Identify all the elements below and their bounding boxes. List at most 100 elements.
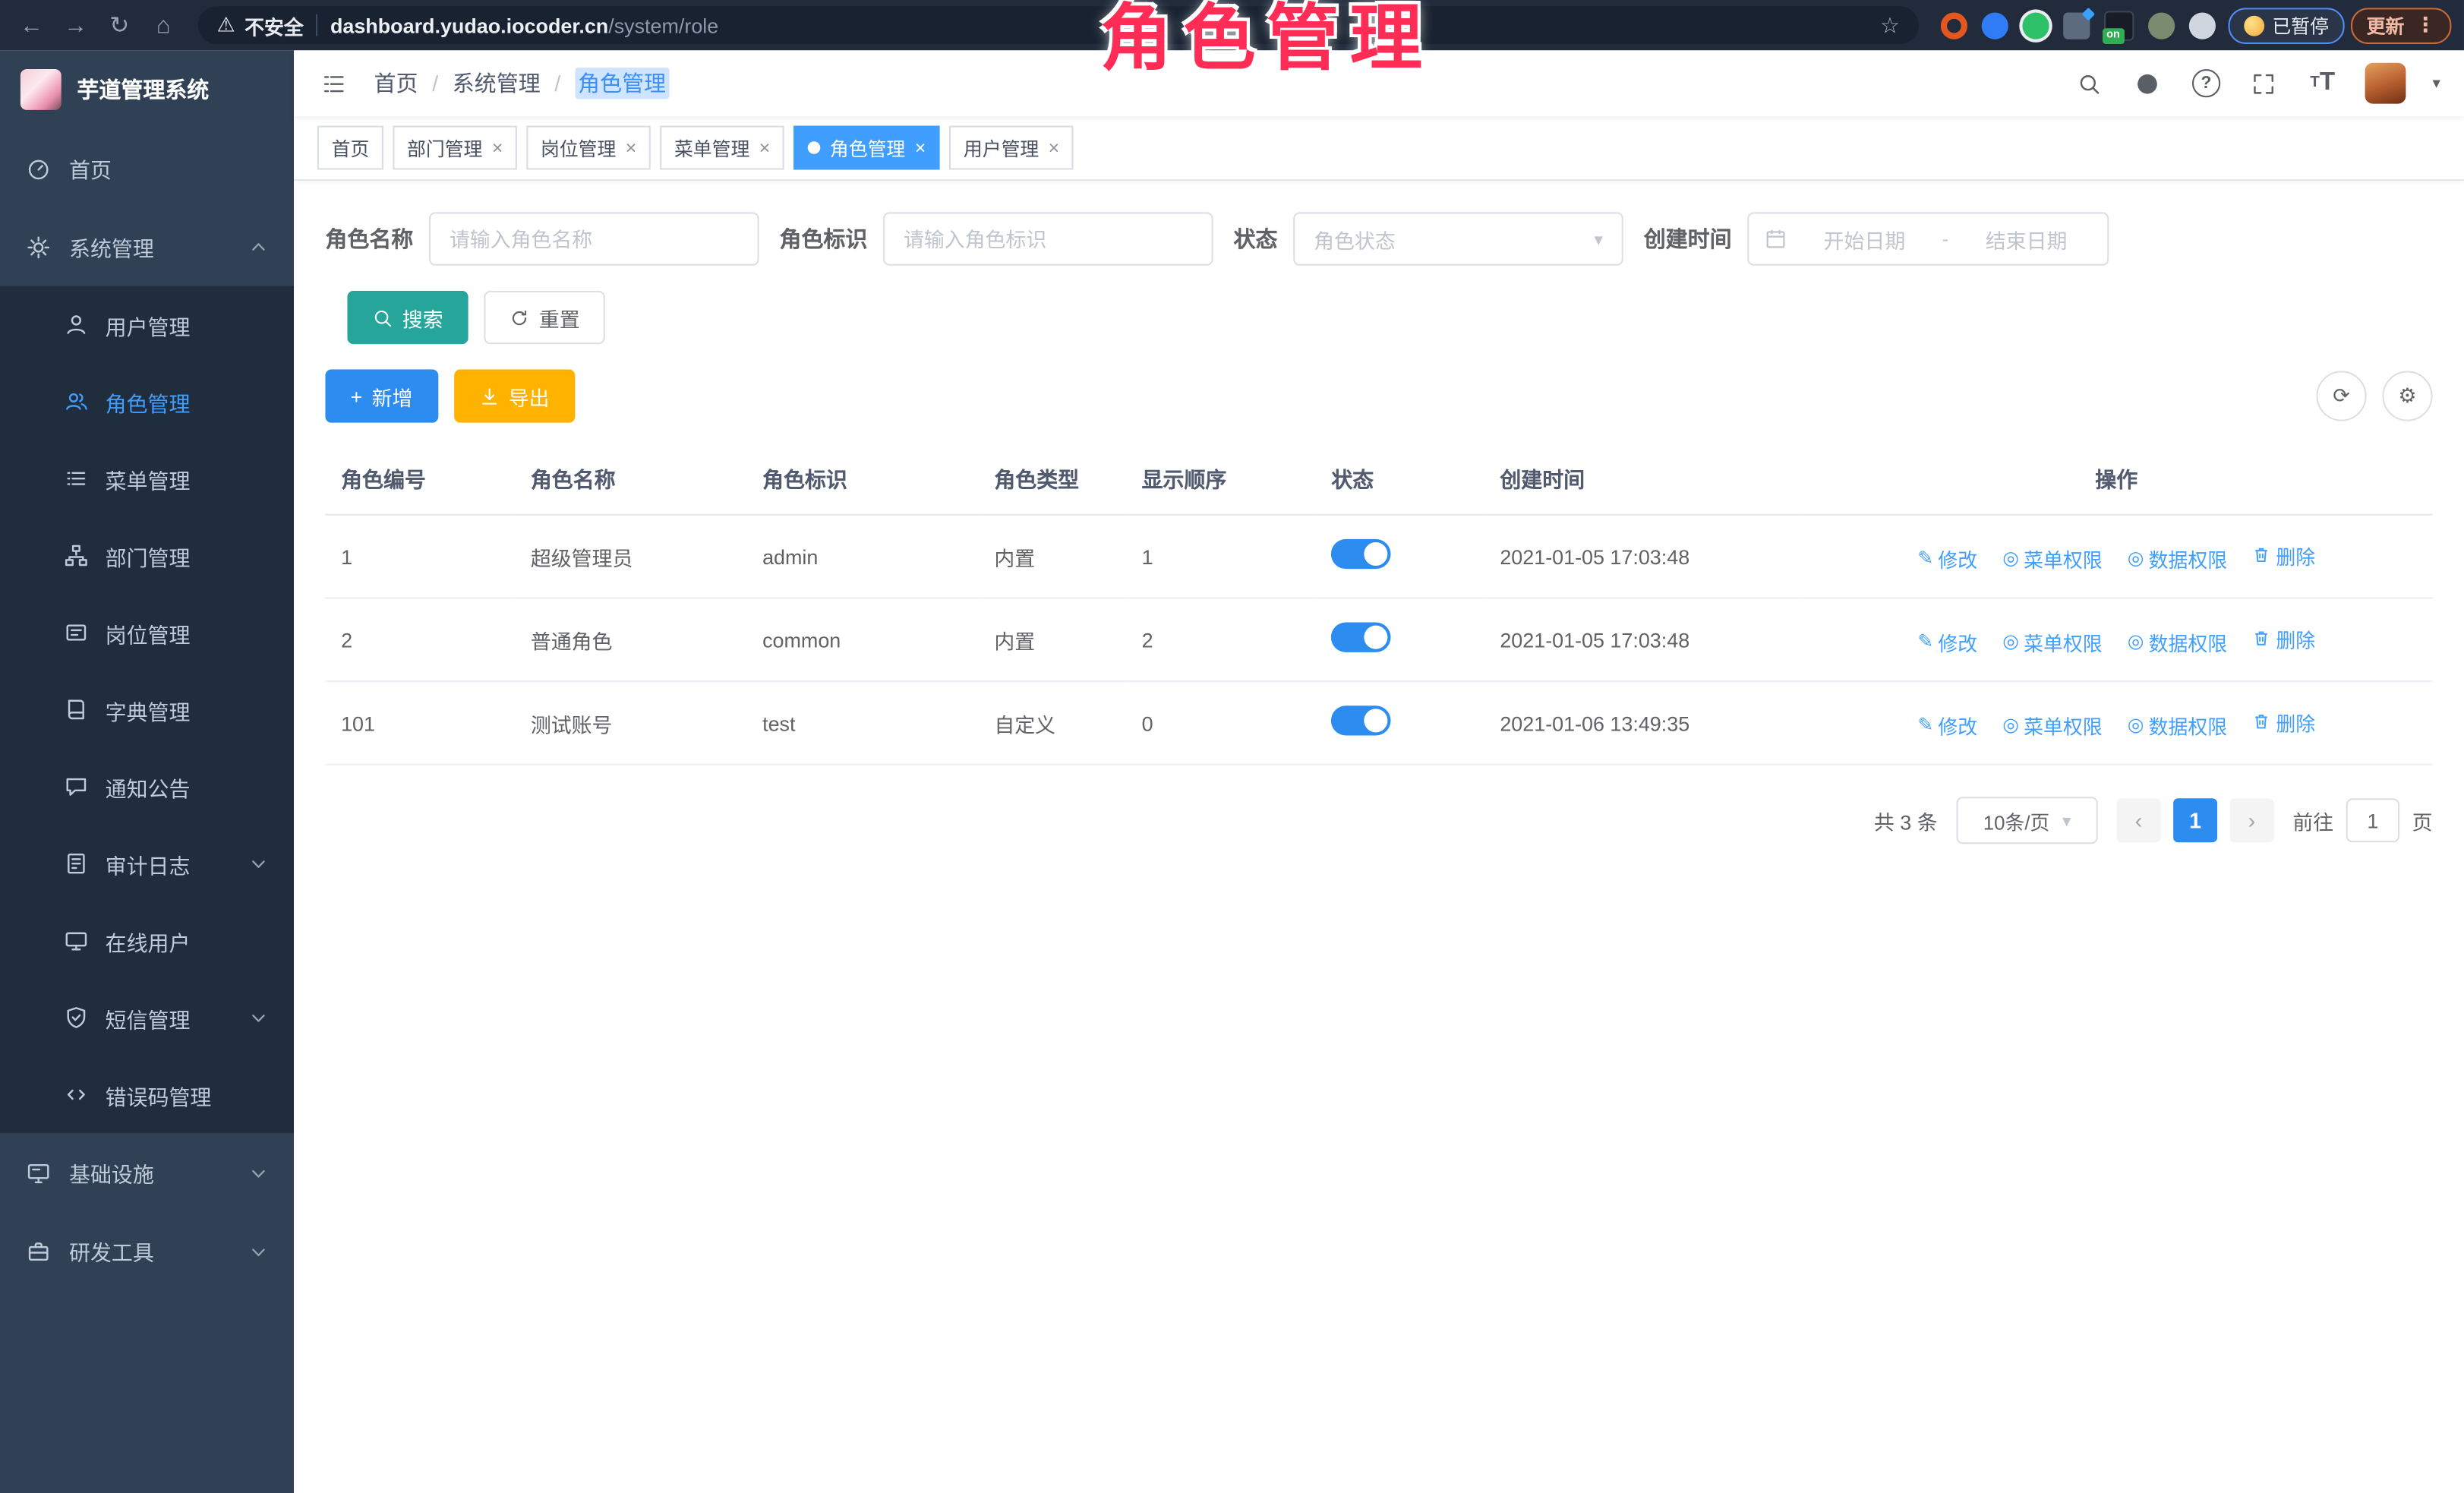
reset-button[interactable]: 重置 [484,291,604,344]
github-icon[interactable] [2132,68,2163,99]
close-icon[interactable]: × [915,138,926,157]
tab-departments[interactable]: 部门管理× [393,126,517,170]
sidebar-item-online-users[interactable]: 在线用户 [0,902,294,979]
edit-link[interactable]: ✎修改 [1917,627,1977,656]
reload-button[interactable]: ↻ [100,6,138,44]
sidebar-item-label: 短信管理 [106,1002,191,1033]
menu-kebab-icon[interactable]: ⋮ [2415,13,2436,38]
edit-link[interactable]: ✎修改 [1917,709,1977,739]
back-button[interactable]: ← [13,6,51,44]
status-select[interactable]: 角色状态 ▾ [1293,212,1623,265]
extension-icon-grid[interactable] [2063,12,2090,39]
extension-icon-blue[interactable] [1982,12,2008,39]
monitor-icon [65,929,88,952]
tab-roles-active[interactable]: 角色管理× [793,126,940,170]
status-toggle-on[interactable] [1331,623,1391,652]
fullscreen-icon[interactable] [2248,68,2279,99]
tab-users[interactable]: 用户管理× [949,126,1074,170]
app-logo[interactable]: 芋道管理系统 [0,50,294,128]
sidebar-item-home[interactable]: 首页 [0,129,294,207]
update-button[interactable]: 更新 ⋮ [2351,7,2451,43]
paused-badge[interactable]: 已暂停 [2228,7,2344,43]
sidebar-item-dictionary[interactable]: 字典管理 [0,671,294,748]
breadcrumb-system[interactable]: 系统管理 [453,68,541,99]
page-1-button[interactable]: 1 [2173,798,2217,842]
close-icon[interactable]: × [626,138,637,157]
security-chip[interactable]: ⚠ 不安全 [217,10,304,39]
status-toggle-on[interactable] [1331,539,1391,569]
sidebar-item-label: 基础设施 [69,1157,154,1188]
table-row: 101 测试账号 test 自定义 0 2021-01-06 13:49:35 … [325,681,2432,765]
home-button[interactable]: ⌂ [144,6,182,44]
close-icon[interactable]: × [759,138,771,157]
data-permission-link[interactable]: ◎数据权限 [2128,709,2227,739]
next-page-button[interactable]: › [2230,798,2274,842]
delete-link[interactable]: 删除 [2252,623,2315,653]
delete-link[interactable]: 删除 [2252,540,2315,570]
font-size-icon[interactable]: TT [2307,68,2338,99]
data-permission-link[interactable]: ◎数据权限 [2128,627,2227,656]
menu-permission-link[interactable]: ◎菜单权限 [2002,627,2102,656]
role-name-input[interactable] [429,212,759,265]
list-icon [65,467,88,491]
close-icon[interactable]: × [1049,138,1060,157]
url-text: dashboard.yudao.iocoder.cn/system/role [330,14,718,37]
refresh-icon[interactable]: ⟳ [2316,371,2366,421]
sidebar-item-label: 在线用户 [106,925,191,956]
user-icon [65,313,88,336]
sidebar-item-users[interactable]: 用户管理 [0,286,294,363]
extension-icon-monkey[interactable] [2148,12,2175,39]
page-buttons: ‹ 1 › [2117,798,2274,842]
sidebar-item-label: 系统管理 [69,231,154,262]
sidebar-item-dev-tools[interactable]: 研发工具 [0,1212,294,1290]
extensions-puzzle-icon[interactable] [2189,12,2216,39]
data-permission-link[interactable]: ◎数据权限 [2128,543,2227,573]
extension-icon-green[interactable] [2022,12,2049,39]
sidebar-item-notices[interactable]: 通知公告 [0,748,294,825]
search-icon[interactable] [2074,68,2106,99]
search-button[interactable]: 搜索 [347,291,468,344]
sidebar-item-roles[interactable]: 角色管理 [0,363,294,440]
close-icon[interactable]: × [492,138,503,157]
cell-id: 2 [325,598,515,681]
sidebar-item-system[interactable]: 系统管理 [0,207,294,286]
delete-link[interactable]: 删除 [2252,706,2315,736]
bookmark-star-icon[interactable]: ☆ [1880,12,1900,39]
tab-home[interactable]: 首页 [317,126,383,170]
caret-down-icon[interactable]: ▾ [2433,74,2440,92]
avatar[interactable] [2365,63,2406,104]
add-button[interactable]: + 新增 [325,369,437,422]
sidebar-item-positions[interactable]: 岗位管理 [0,594,294,671]
settings-icon[interactable]: ⚙ [2382,371,2432,421]
export-button[interactable]: 导出 [453,369,574,422]
sidebar-item-audit-log[interactable]: 审计日志 [0,825,294,901]
extension-icon-orange[interactable] [1941,12,1967,39]
hamburger-icon[interactable] [317,68,349,99]
extension-icon-dark[interactable]: on [2104,10,2134,39]
sidebar-item-departments[interactable]: 部门管理 [0,517,294,594]
date-range-picker[interactable]: 开始日期 - 结束日期 [1747,212,2109,265]
goto-page-input[interactable] [2346,798,2399,842]
prev-page-button[interactable]: ‹ [2117,798,2161,842]
badge-icon [65,620,88,644]
menu-permission-link[interactable]: ◎菜单权限 [2002,709,2102,739]
sidebar-item-infrastructure[interactable]: 基础设施 [0,1133,294,1211]
sidebar-item-menus[interactable]: 菜单管理 [0,440,294,516]
sidebar-item-label: 首页 [69,153,112,184]
menu-permission-link[interactable]: ◎菜单权限 [2002,543,2102,573]
role-key-input[interactable] [883,212,1213,265]
chevron-down-icon [250,1242,267,1260]
status-toggle-on[interactable] [1331,705,1391,735]
help-icon[interactable]: ? [2191,68,2222,99]
url-bar[interactable]: ⚠ 不安全 dashboard.yudao.iocoder.cn/system/… [198,6,1919,44]
page-size-select[interactable]: 10条/页 ▾ [1956,797,2097,844]
sidebar-item-error-codes[interactable]: 错误码管理 [0,1056,294,1133]
cell-key: common [746,598,978,681]
breadcrumb-home[interactable]: 首页 [374,68,418,99]
tab-positions[interactable]: 岗位管理× [526,126,651,170]
sidebar-item-sms[interactable]: 短信管理 [0,979,294,1056]
edit-link[interactable]: ✎修改 [1917,543,1977,573]
filter-role-name: 角色名称 [325,212,759,265]
tab-menus[interactable]: 菜单管理× [660,126,784,170]
forward-button[interactable]: → [57,6,95,44]
